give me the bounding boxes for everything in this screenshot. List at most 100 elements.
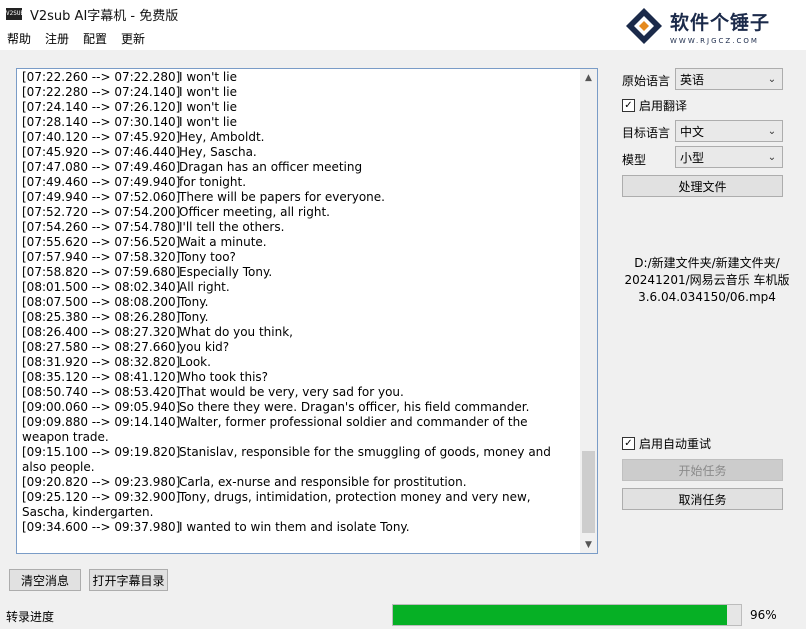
log-line: [08:01.500 --> 08:02.340]All right. [22, 280, 578, 295]
log-line: [09:20.820 --> 09:23.980]Carla, ex-nurse… [22, 475, 578, 490]
log-line: [08:50.740 --> 08:53.420]That would be v… [22, 385, 578, 400]
source-language-label: 原始语言 [622, 74, 671, 88]
log-line: [07:54.260 --> 07:54.780]I'll tell the o… [22, 220, 578, 235]
watermark-logo: 软件个锤子 WWW.RJGCZ.COM [622, 2, 800, 50]
log-text: So there they were. Dragan's officer, hi… [179, 400, 530, 414]
enable-translate-row[interactable]: ✓ 启用翻译 [622, 97, 687, 114]
log-text: Tony too? [179, 250, 236, 264]
log-timestamp: [08:07.500 --> 08:08.200] [22, 295, 181, 309]
chevron-down-icon: ⌄ [767, 125, 777, 137]
log-text: Hey, Sascha. [179, 145, 257, 159]
log-line: [09:34.600 --> 09:37.980]I wanted to win… [22, 520, 578, 535]
file-path-text: D:/新建文件夹/新建文件夹/ 20241201/网易云音乐 车机版 3.6.0… [624, 256, 790, 304]
log-text: That would be very, very sad for you. [179, 385, 404, 399]
log-text: Especially Tony. [179, 265, 273, 279]
watermark-url: WWW.RJGCZ.COM [670, 36, 759, 45]
log-line: [09:00.060 --> 09:05.940]So there they w… [22, 400, 578, 415]
log-timestamp: [09:15.100 --> 09:19.820] [22, 445, 181, 459]
log-text: Tony. [179, 310, 209, 324]
log-timestamp: [07:24.140 --> 07:26.120] [22, 100, 181, 114]
clear-messages-button[interactable]: 清空消息 [9, 569, 81, 591]
log-timestamp: [09:25.120 --> 09:32.900] [22, 490, 181, 504]
log-timestamp: [07:49.460 --> 07:49.940] [22, 175, 181, 189]
auto-retry-checkbox[interactable]: ✓ [622, 437, 635, 450]
menu-update[interactable]: 更新 [114, 28, 152, 50]
log-timestamp: [07:40.120 --> 07:45.920] [22, 130, 181, 144]
log-text: What do you think, [179, 325, 293, 339]
log-timestamp: [07:58.820 --> 07:59.680] [22, 265, 181, 279]
log-text: There will be papers for everyone. [179, 190, 385, 204]
log-line: [07:57.940 --> 07:58.320]Tony too? [22, 250, 578, 265]
log-line: [07:22.260 --> 07:22.280]I won't lie [22, 70, 578, 85]
chevron-down-icon: ⌄ [767, 73, 777, 85]
log-timestamp: [07:55.620 --> 07:56.520] [22, 235, 181, 249]
log-text: Tony. [179, 295, 209, 309]
start-task-button[interactable]: 开始任务 [622, 459, 783, 481]
log-timestamp: [08:25.380 --> 08:26.280] [22, 310, 181, 324]
target-language-select[interactable]: 中文 ⌄ [675, 120, 783, 142]
target-language-value: 中文 [680, 124, 705, 139]
log-text: you kid? [179, 340, 230, 354]
progress-percent: 96% [750, 608, 777, 622]
process-file-button[interactable]: 处理文件 [622, 175, 783, 197]
log-line: [07:58.820 --> 07:59.680]Especially Tony… [22, 265, 578, 280]
log-timestamp: [09:00.060 --> 09:05.940] [22, 400, 181, 414]
message-log[interactable]: [07:22.260 --> 07:22.280]I won't lie [07:… [16, 68, 598, 554]
enable-translate-label: 启用翻译 [639, 99, 688, 113]
log-timestamp: [08:31.920 --> 08:32.820] [22, 355, 181, 369]
log-timestamp: [07:22.260 --> 07:22.280] [22, 70, 181, 84]
log-line: [07:40.120 --> 07:45.920]Hey, Amboldt. [22, 130, 578, 145]
auto-retry-label: 启用自动重试 [639, 437, 712, 451]
log-line: [08:25.380 --> 08:26.280]Tony. [22, 310, 578, 325]
scroll-thumb[interactable] [582, 451, 595, 533]
model-select[interactable]: 小型 ⌄ [675, 146, 783, 168]
log-text: I'll tell the others. [179, 220, 285, 234]
log-timestamp: [07:57.940 --> 07:58.320] [22, 250, 181, 264]
progress-fill [393, 605, 728, 625]
log-timestamp: [08:26.400 --> 08:27.320] [22, 325, 181, 339]
log-line: [07:55.620 --> 07:56.520]Wait a minute. [22, 235, 578, 250]
log-timestamp: [09:34.600 --> 09:37.980] [22, 520, 181, 534]
log-text: I won't lie [179, 85, 237, 99]
vertical-scrollbar[interactable]: ▲ ▼ [580, 69, 597, 553]
log-line: [07:49.940 --> 07:52.060]There will be p… [22, 190, 578, 205]
log-timestamp: [07:49.940 --> 07:52.060] [22, 190, 181, 204]
log-timestamp: [08:27.580 --> 08:27.660] [22, 340, 181, 354]
auto-retry-row[interactable]: ✓ 启用自动重试 [622, 435, 711, 452]
log-text: Look. [179, 355, 211, 369]
log-timestamp: [09:09.880 --> 09:14.140] [22, 415, 181, 429]
log-line: [07:52.720 --> 07:54.200]Officer meeting… [22, 205, 578, 220]
log-text: Dragan has an officer meeting [179, 160, 363, 174]
menu-register[interactable]: 注册 [38, 28, 76, 50]
log-line: [08:35.120 --> 08:41.120]Who took this? [22, 370, 578, 385]
source-language-select[interactable]: 英语 ⌄ [675, 68, 783, 90]
log-timestamp: [07:28.140 --> 07:30.140] [22, 115, 181, 129]
open-subtitle-dir-button[interactable]: 打开字幕目录 [89, 569, 168, 591]
log-line: [07:22.280 --> 07:24.140]I won't lie [22, 85, 578, 100]
cancel-task-button[interactable]: 取消任务 [622, 488, 783, 510]
log-timestamp: [07:52.720 --> 07:54.200] [22, 205, 181, 219]
menu-help[interactable]: 帮助 [0, 28, 38, 50]
log-line: [09:09.880 --> 09:14.140]Walter, former … [22, 415, 578, 445]
log-line: [07:49.460 --> 07:49.940]for tonight. [22, 175, 578, 190]
transcription-progress-label: 转录进度 [6, 610, 55, 624]
log-text: I won't lie [179, 115, 237, 129]
model-label: 模型 [622, 153, 647, 167]
scroll-up-icon[interactable]: ▲ [580, 69, 597, 86]
source-language-value: 英语 [680, 72, 705, 87]
log-line: [08:07.500 --> 08:08.200]Tony. [22, 295, 578, 310]
log-text: Officer meeting, all right. [179, 205, 330, 219]
log-text: Carla, ex-nurse and responsible for pros… [179, 475, 467, 489]
enable-translate-checkbox[interactable]: ✓ [622, 99, 635, 112]
log-timestamp: [07:45.920 --> 07:46.440] [22, 145, 181, 159]
log-text: Who took this? [179, 370, 269, 384]
scroll-down-icon[interactable]: ▼ [580, 536, 597, 553]
progress-bar [392, 604, 742, 626]
log-text: Hey, Amboldt. [179, 130, 265, 144]
log-text: I won't lie [179, 70, 237, 84]
log-text: I wanted to win them and isolate Tony. [179, 520, 410, 534]
app-icon: V2SUB [6, 8, 24, 20]
log-timestamp: [08:35.120 --> 08:41.120] [22, 370, 181, 384]
log-timestamp: [09:20.820 --> 09:23.980] [22, 475, 181, 489]
menu-config[interactable]: 配置 [76, 28, 114, 50]
